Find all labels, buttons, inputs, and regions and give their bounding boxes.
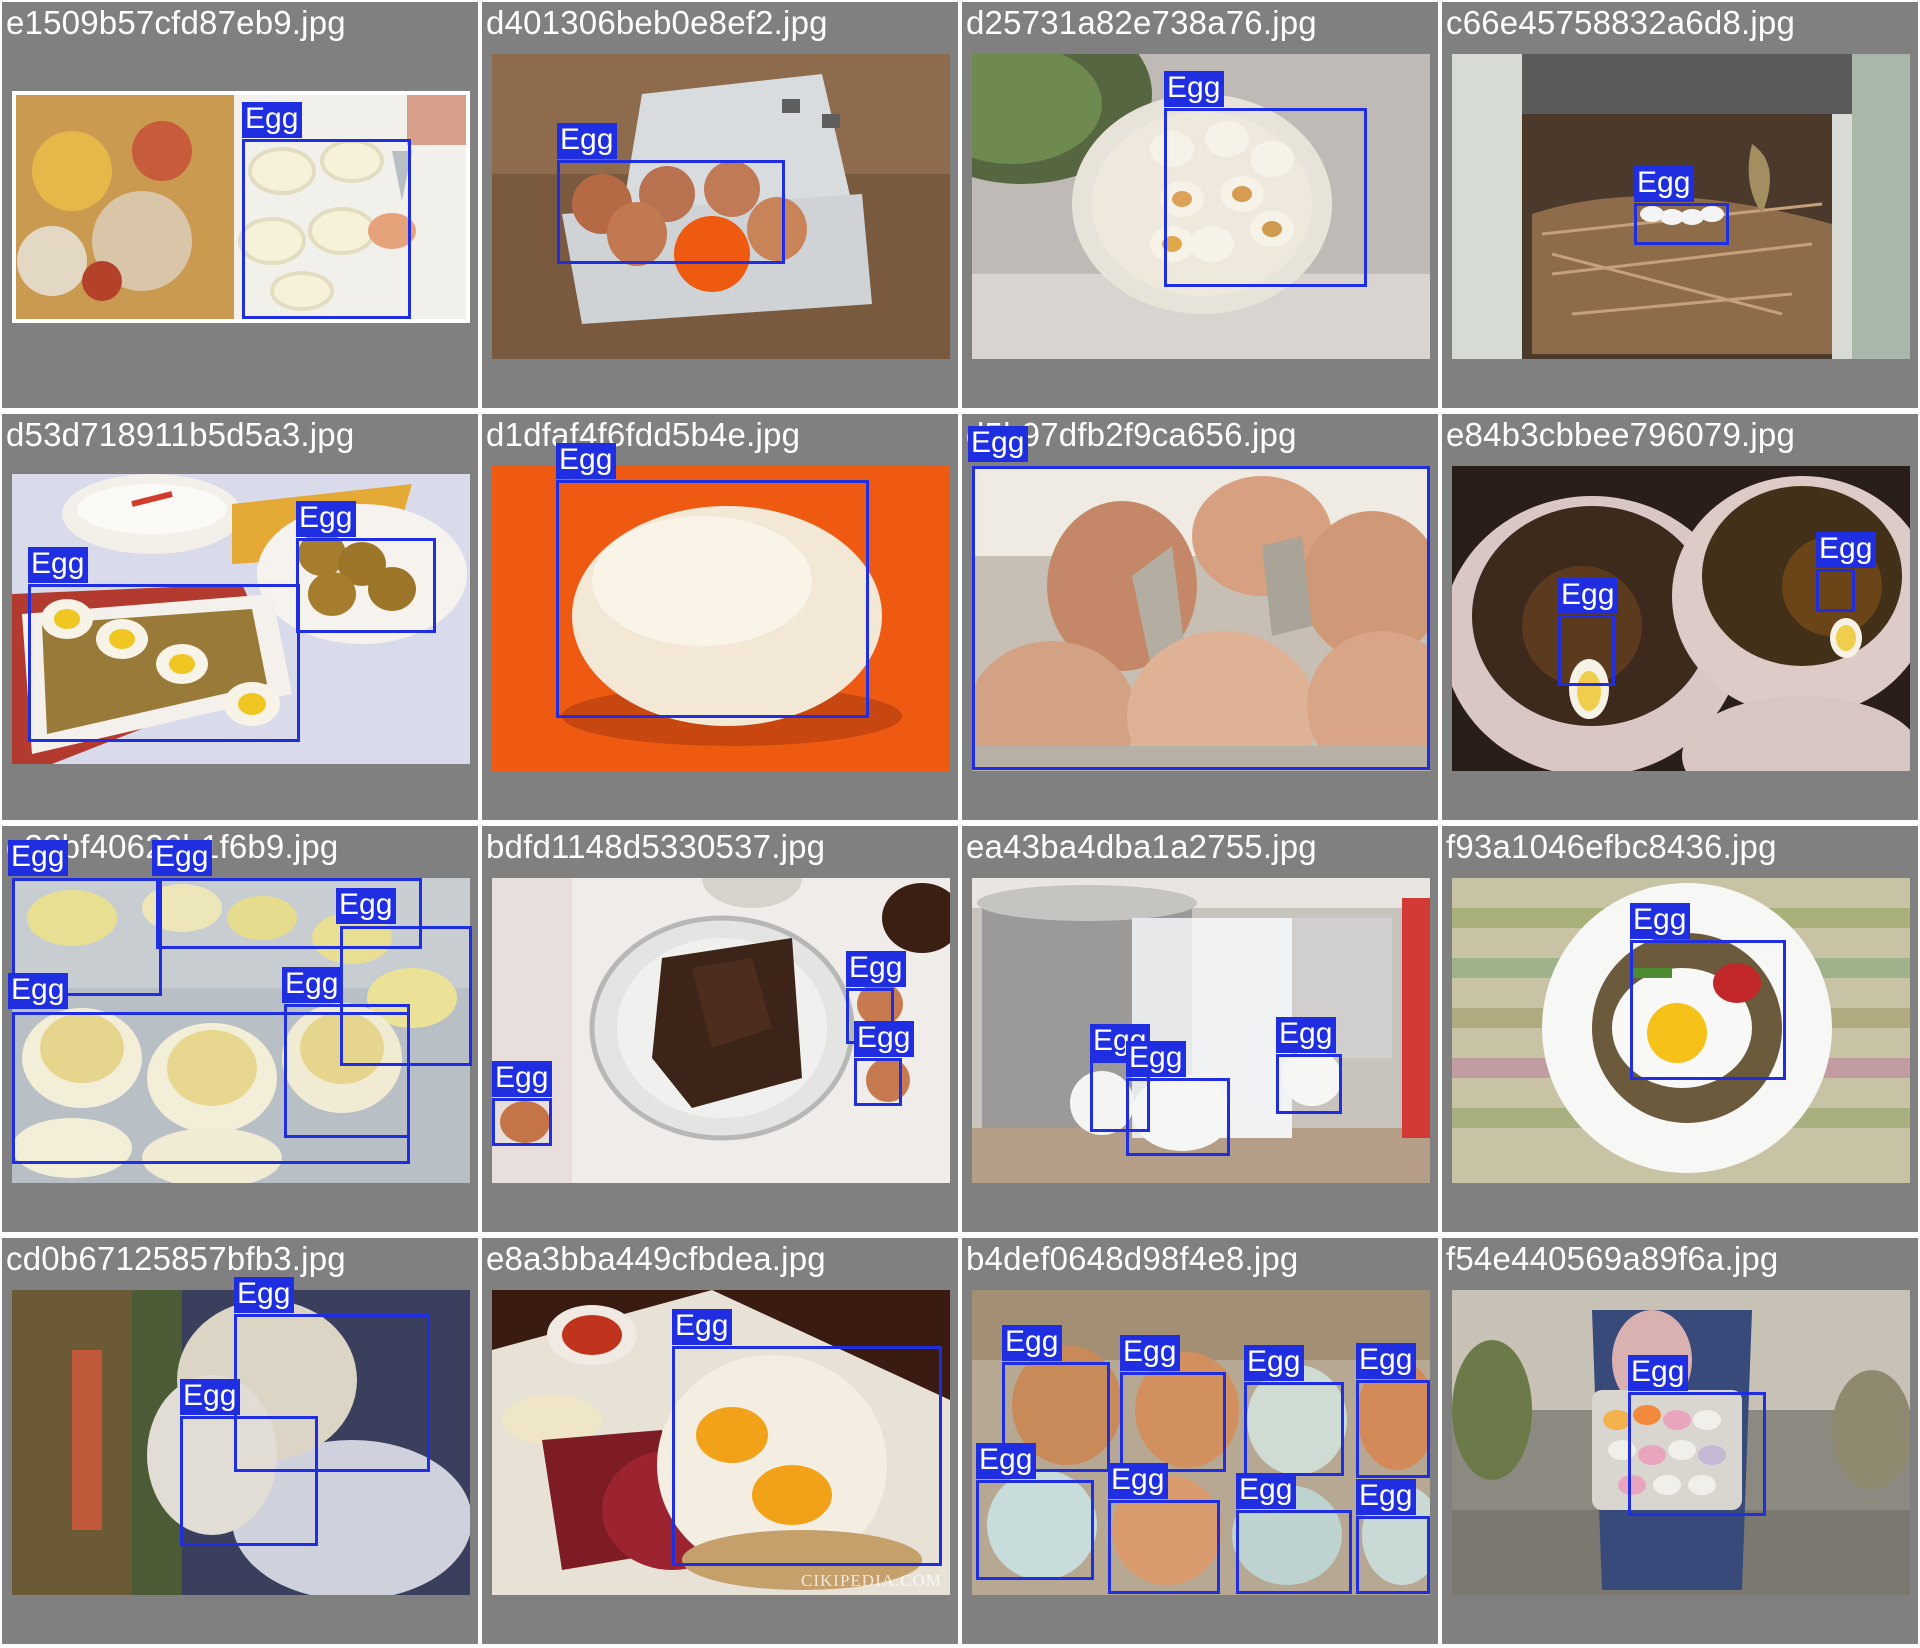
detection-label: Egg [492,1061,553,1097]
detection-label: Egg [296,501,357,537]
detection-box [556,480,869,718]
detection-label: Egg [1356,1343,1417,1379]
detection-label: Egg [1164,71,1225,107]
detection-label: Egg [1002,1325,1063,1361]
grid-cell[interactable]: b4def0648d98f4e8.jpg Egg Egg Egg Egg Egg [962,1238,1438,1644]
detection-label: Egg [8,840,69,876]
detection-box [180,1416,318,1546]
detection-box [672,1346,942,1566]
detection-box [1120,1372,1226,1472]
detection-box [492,1098,552,1146]
detection-box [1356,1380,1430,1478]
detection-label: Egg [1356,1479,1417,1515]
cell-filename: f93a1046efbc8436.jpg [1446,828,1777,865]
noodle-cups-image [1452,466,1910,771]
detection-label: Egg [672,1309,733,1345]
detection-label: Egg [336,888,397,924]
cell-filename: e1509b57cfd87eb9.jpg [6,4,346,41]
cell-filename: c66e45758832a6d8.jpg [1446,4,1796,41]
cell-filename: bdfd1148d5330537.jpg [486,828,826,865]
detection-label: Egg [976,1443,1037,1479]
detection-label: Egg [1816,532,1877,568]
detection-label: Egg [180,1379,241,1415]
grid-cell[interactable]: f54e440569a89f6a.jpg Egg [1442,1238,1918,1644]
cell-filename: f54e440569a89f6a.jpg [1446,1240,1779,1277]
detection-label: Egg [28,547,89,583]
grid-cell[interactable]: d25731a82e738a76.jpg Egg [962,2,1438,408]
detection-box [1164,108,1367,287]
detection-box [1558,615,1615,686]
detection-label: Egg [234,1277,295,1313]
detection-label: Egg [1276,1017,1337,1053]
grid-cell[interactable]: d53d718911b5d5a3.jpg Egg Egg [2,414,478,820]
grid-cell[interactable]: cd0b67125857bfb3.jpg Egg Egg [2,1238,478,1644]
grid-cell[interactable]: f93a1046efbc8436.jpg Egg [1442,826,1918,1232]
detection-label: Egg [1244,1345,1305,1381]
cell-filename: d25731a82e738a76.jpg [966,4,1317,41]
detection-box [1630,940,1786,1080]
detection-label: Egg [8,973,69,1009]
detection-box [296,538,436,633]
grid-cell[interactable]: e84b3cbbee796079.jpg Egg Egg [1442,414,1918,820]
detection-label: Egg [242,102,303,138]
detection-box [976,1480,1094,1580]
grid-cell[interactable]: e1509b57cfd87eb9.jpg Egg [2,2,478,408]
grid-cell[interactable]: d1dfaf4f6fdd5b4e.jpg Egg [482,414,958,820]
detection-label: Egg [557,123,618,159]
cell-filename: d401306beb0e8ef2.jpg [486,4,828,41]
detection-label: Egg [152,840,213,876]
photo-watermark: CIKIPEDIA.COM [801,1571,942,1590]
detection-box [972,466,1430,770]
cell-filename: e84b3cbbee796079.jpg [1446,416,1796,453]
grid-cell[interactable]: e32bf40626b1f6b9.jpg Egg [2,826,478,1232]
detection-label: Egg [854,1021,915,1057]
detection-label: Egg [1630,903,1691,939]
grid-cell[interactable]: c66e45758832a6d8.jpg Egg [1442,2,1918,408]
grid-cell[interactable]: bdfd1148d5330537.jpg Egg Egg Egg [482,826,958,1232]
cell-filename: ea43ba4dba1a2755.jpg [966,828,1317,865]
detection-label: Egg [1558,578,1619,614]
grid-cell[interactable]: d5b97dfb2f9ca656.jpg Egg [962,414,1438,820]
detection-box [1236,1510,1352,1594]
detection-box [1634,203,1729,245]
detection-label: Egg [1120,1335,1181,1371]
detection-box [1816,569,1855,612]
grid-cell[interactable]: d401306beb0e8ef2.jpg Egg [482,2,958,408]
detection-box [284,1004,410,1138]
detection-box [1356,1516,1430,1594]
cell-filename: e8a3bba449cfbdea.jpg [486,1240,826,1277]
detection-label: Egg [1236,1473,1297,1509]
detection-box [1628,1392,1766,1516]
detection-box [28,584,300,742]
grid-cell[interactable]: ea43ba4dba1a2755.jpg Egg Egg Egg [962,826,1438,1232]
cell-filename: b4def0648d98f4e8.jpg [966,1240,1299,1277]
detection-label: Egg [1108,1463,1169,1499]
cell-photo [1452,466,1910,771]
detection-box [1244,1382,1344,1476]
detection-label: Egg [1126,1041,1187,1077]
detection-label: Egg [1628,1355,1689,1391]
cell-filename: d53d718911b5d5a3.jpg [6,416,355,453]
detection-box [1276,1054,1342,1114]
detection-label: Egg [1634,166,1695,202]
detection-box [557,160,785,264]
detection-box [1126,1078,1230,1156]
cell-filename: cd0b67125857bfb3.jpg [6,1240,346,1277]
detection-label: Egg [846,951,907,987]
detection-label: Egg [556,443,617,479]
grid-cell[interactable]: e8a3bba449cfbdea.jpg CIKIPEDIA.COM Egg [482,1238,958,1644]
detection-grid: e1509b57cfd87eb9.jpg Egg d401306beb0e8ef… [0,0,1920,1648]
detection-box [242,139,411,319]
detection-box [1108,1500,1220,1594]
detection-label: Egg [282,967,343,1003]
cell-filename: d1dfaf4f6fdd5b4e.jpg [486,416,801,453]
detection-box [854,1058,902,1106]
detection-label: Egg [968,426,1029,462]
